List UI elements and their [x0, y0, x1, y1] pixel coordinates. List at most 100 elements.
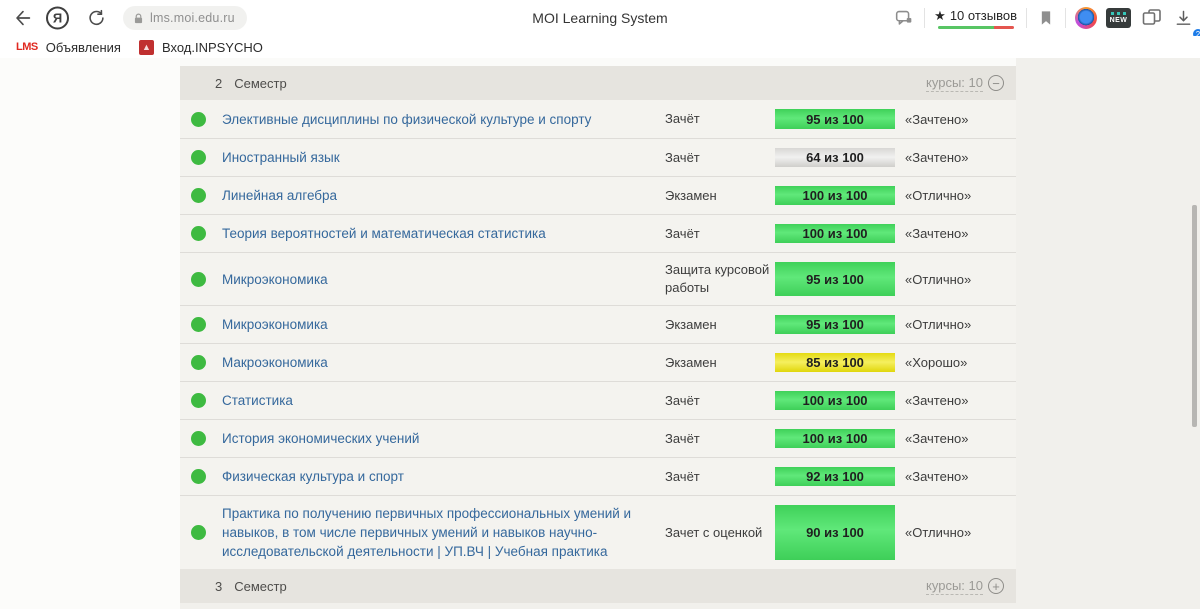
- course-link[interactable]: Макроэкономика: [222, 355, 328, 370]
- course-name-cell: Микроэкономика: [222, 315, 660, 334]
- extensions-icon[interactable]: [1140, 6, 1164, 30]
- course-row: Физическая культура и спортЗачёт92 из 10…: [180, 457, 1016, 495]
- course-row: Микроэкономика Защита курсовой работы95 и…: [180, 252, 1016, 305]
- course-link[interactable]: Микроэкономика: [222, 272, 328, 287]
- bookmark-announcements[interactable]: LMS Объявления: [10, 38, 127, 57]
- page-body: 2 Семестр курсы: 10 − Элективные дисципл…: [0, 58, 1200, 609]
- course-name-cell: Линейная алгебра: [222, 186, 660, 205]
- score-badge: 100 из 100: [775, 429, 895, 448]
- course-link[interactable]: Иностранный язык: [222, 150, 340, 165]
- status-cell: [180, 272, 222, 287]
- course-name-cell: Статистика: [222, 391, 660, 410]
- page-title: MOI Learning System: [532, 10, 667, 26]
- course-link[interactable]: Микроэкономика: [222, 317, 328, 332]
- grade-text: «Зачтено»: [905, 226, 968, 241]
- semester-3-expand-control[interactable]: курсы: 10 +: [926, 578, 1008, 595]
- extension-new-icon[interactable]: NEW: [1106, 8, 1131, 28]
- course-name-cell: Теория вероятностей и математическая ста…: [222, 224, 660, 243]
- semester-2-header: 2 Семестр курсы: 10 −: [180, 66, 1016, 100]
- collapse-minus-icon[interactable]: −: [988, 75, 1004, 91]
- status-cell: [180, 431, 222, 446]
- course-row: Иностранный языкЗачёт64 из 100«Зачтено»: [180, 138, 1016, 176]
- grade-text: «Хорошо»: [905, 355, 967, 370]
- course-name-cell: Макроэкономика: [222, 353, 660, 372]
- reviews-rating-bar: [938, 26, 1014, 29]
- assessment-type: Зачёт: [665, 430, 770, 448]
- course-row: Элективные дисциплины по физической куль…: [180, 100, 1016, 138]
- semester-3-header: 3 Семестр курсы: 10 +: [180, 569, 1016, 603]
- lms-favicon: LMS: [16, 41, 38, 53]
- assessment-type: Зачет с оценкой: [665, 524, 770, 542]
- scrollbar-thumb[interactable]: [1192, 205, 1197, 427]
- course-link[interactable]: Линейная алгебра: [222, 188, 337, 203]
- chat-icon[interactable]: [893, 7, 915, 29]
- score-badge: 100 из 100: [775, 224, 895, 243]
- new-label: NEW: [1110, 17, 1128, 24]
- bookmarks-bar: LMS Объявления ▲ Вход.INPSYCHO: [0, 36, 1200, 58]
- course-link[interactable]: Статистика: [222, 393, 293, 408]
- course-name-cell: Физическая культура и спорт: [222, 467, 660, 486]
- score-badge: 92 из 100: [775, 467, 895, 486]
- refresh-icon[interactable]: [86, 8, 107, 29]
- grade-text: «Зачтено»: [905, 469, 968, 484]
- score-badge: 95 из 100: [775, 262, 895, 296]
- grade-text: «Зачтено»: [905, 112, 968, 127]
- assessment-type: Экзамен: [665, 316, 770, 334]
- courses-count-link[interactable]: курсы: 10: [926, 578, 983, 595]
- score-badge: 100 из 100: [775, 391, 895, 410]
- course-link[interactable]: Практика по получению первичных професси…: [222, 506, 631, 559]
- grade-text: «Зачтено»: [905, 393, 968, 408]
- status-cell: [180, 188, 222, 203]
- address-bar[interactable]: lms.moi.edu.ru: [123, 6, 247, 30]
- courses-count-link[interactable]: курсы: 10: [926, 75, 983, 92]
- course-row: Теория вероятностей и математическая ста…: [180, 214, 1016, 252]
- bookmark-inpsycho[interactable]: ▲ Вход.INPSYCHO: [133, 38, 269, 57]
- course-row: История экономических учений Зачёт 100 из …: [180, 419, 1016, 457]
- course-link[interactable]: История экономических учений: [222, 431, 419, 446]
- expand-plus-icon[interactable]: +: [988, 578, 1004, 594]
- course-name-cell: Практика по получению первичных професси…: [222, 504, 660, 561]
- marquee-dots: [1111, 12, 1126, 15]
- assessment-type: Зачёт: [665, 392, 770, 410]
- downloads-icon[interactable]: 2: [1173, 8, 1194, 29]
- status-dot-icon: [191, 317, 206, 332]
- status-cell: [180, 393, 222, 408]
- toolbar-divider: [924, 8, 925, 28]
- status-cell: [180, 525, 222, 540]
- status-dot-icon: [191, 188, 206, 203]
- semester-2-collapse-control[interactable]: курсы: 10 −: [926, 75, 1008, 92]
- grade-text: «Отлично»: [905, 272, 971, 287]
- status-cell: [180, 469, 222, 484]
- inpsycho-favicon: ▲: [139, 40, 154, 55]
- score-badge: 95 из 100: [775, 109, 895, 129]
- toolbar-divider: [1026, 8, 1027, 28]
- status-dot-icon: [191, 355, 206, 370]
- assessment-type: Защита курсовой работы: [665, 261, 770, 297]
- grade-text: «Отлично»: [905, 525, 971, 540]
- course-row: МикроэкономикаЭкзамен95 из 100«Отлично»: [180, 305, 1016, 343]
- grades-table: 2 Семестр курсы: 10 − Элективные дисципл…: [180, 58, 1016, 603]
- course-row: Статистика Зачёт 100 из 100 «Зачтено»: [180, 381, 1016, 419]
- score-badge: 95 из 100: [775, 315, 895, 334]
- course-row: Практика по получению первичных професси…: [180, 495, 1016, 569]
- course-rows: Элективные дисциплины по физической куль…: [180, 100, 1016, 569]
- bookmark-icon[interactable]: [1036, 8, 1056, 28]
- back-icon[interactable]: [12, 7, 34, 29]
- grade-text: «Зачтено»: [905, 431, 968, 446]
- status-cell: [180, 317, 222, 332]
- course-link[interactable]: Физическая культура и спорт: [222, 469, 404, 484]
- course-link[interactable]: Элективные дисциплины по физической куль…: [222, 112, 591, 127]
- site-reviews[interactable]: ★ 10 отзывов: [934, 8, 1017, 29]
- score-badge: 64 из 100: [775, 148, 895, 167]
- status-cell: [180, 112, 222, 127]
- course-link[interactable]: Теория вероятностей и математическая ста…: [222, 226, 546, 241]
- yandex-browser-icon[interactable]: Я: [46, 7, 69, 30]
- grade-text: «Зачтено»: [905, 150, 968, 165]
- status-dot-icon: [191, 150, 206, 165]
- assessment-type: Экзамен: [665, 354, 770, 372]
- status-cell: [180, 150, 222, 165]
- status-cell: [180, 355, 222, 370]
- course-name-cell: История экономических учений: [222, 429, 660, 448]
- course-row: Линейная алгебраЭкзамен100 из 100«Отличн…: [180, 176, 1016, 214]
- extension-color-circle-icon[interactable]: [1075, 7, 1097, 29]
